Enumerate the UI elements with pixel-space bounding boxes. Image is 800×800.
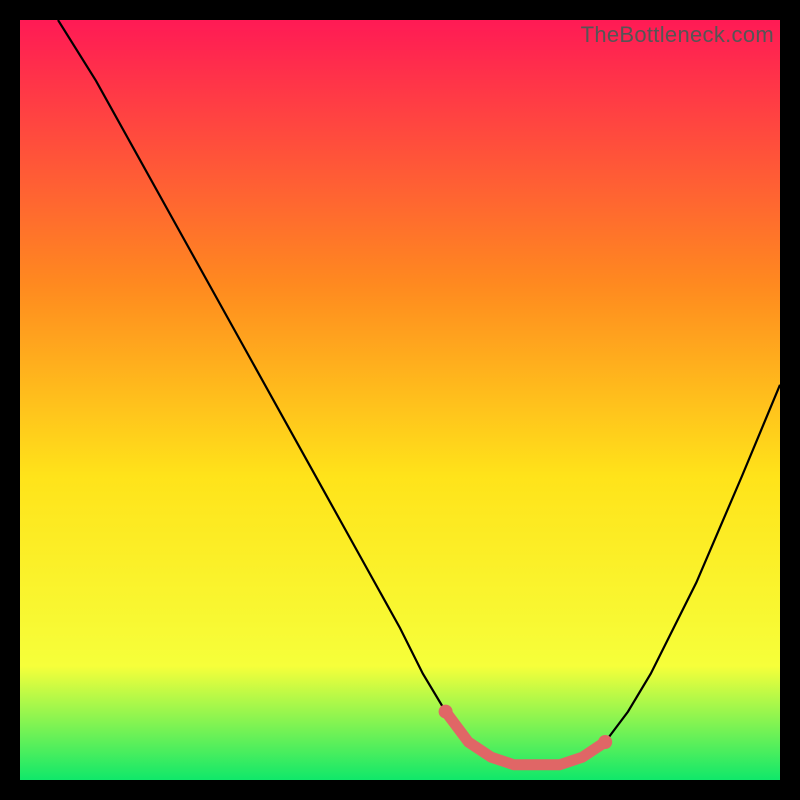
optimal-range-endpoint: [439, 705, 453, 719]
chart-frame: TheBottleneck.com: [20, 20, 780, 780]
optimal-range-endpoint: [598, 735, 612, 749]
gradient-background: [20, 20, 780, 780]
watermark-text: TheBottleneck.com: [581, 22, 774, 48]
bottleneck-chart: [20, 20, 780, 780]
